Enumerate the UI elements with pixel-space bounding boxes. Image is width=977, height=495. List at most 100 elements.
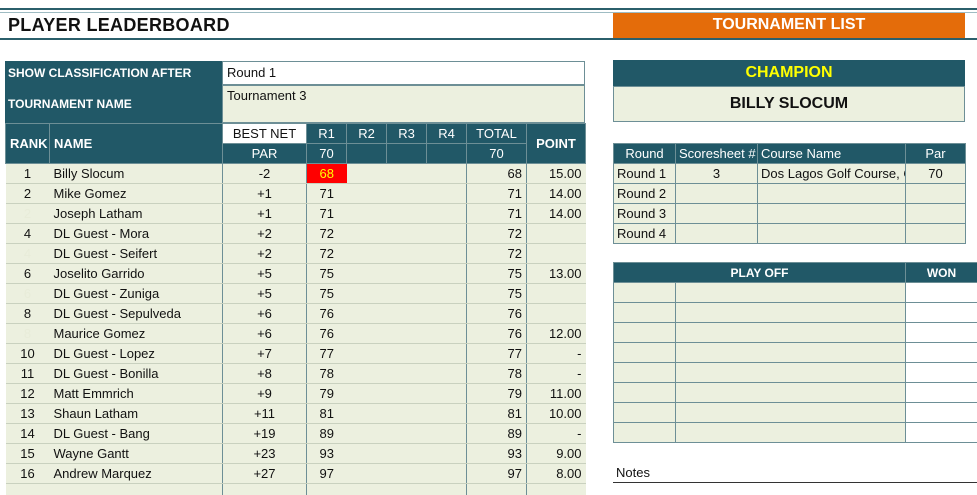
rank-cell: 15: [5, 443, 50, 464]
course-par-cell[interactable]: [905, 203, 966, 224]
r3-cell: [386, 283, 427, 304]
r1-cell: 89: [306, 423, 347, 444]
playoff-row: [613, 402, 977, 423]
table-row: 8 Maurice Gomez +6 76 76 12.00: [5, 323, 586, 344]
par-cell: +11: [222, 403, 307, 424]
total-cell: 75: [466, 283, 527, 304]
par-cell: +5: [222, 263, 307, 284]
notes-label: Notes: [616, 465, 650, 480]
total-cell: 81: [466, 403, 527, 424]
col-course-par: Par: [905, 143, 966, 164]
playoff-player-cell[interactable]: [674, 382, 907, 403]
r4-cell: [426, 243, 467, 264]
point-cell: 14.00: [526, 203, 586, 224]
playoff-won-cell[interactable]: [905, 382, 977, 403]
r3-cell: [386, 363, 427, 384]
scoresheet-cell[interactable]: [675, 203, 758, 224]
playoff-player-cell[interactable]: [674, 342, 907, 363]
r2-par-value: [346, 143, 387, 164]
total-cell: 89: [466, 423, 527, 444]
r4-cell: [426, 323, 467, 344]
r1-cell: 76: [306, 303, 347, 324]
r3-cell: [386, 163, 427, 184]
point-cell: 12.00: [526, 323, 586, 344]
playoff-label: PLAY OFF: [612, 262, 907, 283]
point-cell: -: [526, 363, 586, 384]
total-cell: 71: [466, 203, 527, 224]
playoff-won-cell[interactable]: [905, 362, 977, 383]
playoff-player-cell[interactable]: [674, 322, 907, 343]
rank-cell: 8: [5, 323, 50, 344]
playoff-row: [613, 302, 977, 323]
show-after-select[interactable]: Round 1: [222, 61, 585, 85]
round-name-cell[interactable]: Round 3: [613, 203, 676, 224]
course-par-cell[interactable]: 70: [905, 163, 966, 184]
playoff-won-cell[interactable]: [905, 282, 977, 303]
r4-cell: [426, 443, 467, 464]
col-r2: R2: [346, 123, 387, 144]
course-name-cell[interactable]: [757, 223, 906, 244]
playoff-rank-cell[interactable]: [613, 282, 676, 303]
r2-cell: [346, 223, 387, 244]
r2-cell: [346, 323, 387, 344]
rank-cell: 4: [5, 223, 50, 244]
playoff-player-cell[interactable]: [674, 282, 907, 303]
table-row: 14 DL Guest - Bang +19 89 89-: [5, 423, 586, 444]
playoff-player-cell[interactable]: [674, 362, 907, 383]
rank-cell: 2: [5, 183, 50, 204]
table-row: 11 DL Guest - Bonilla +8 78 78-: [5, 363, 586, 384]
playoff-player-cell[interactable]: [674, 302, 907, 323]
playoff-rank-cell[interactable]: [613, 322, 676, 343]
playoff-player-cell[interactable]: [674, 422, 907, 443]
total-cell: 75: [466, 263, 527, 284]
tournament-list-button[interactable]: TOURNAMENT LIST: [613, 12, 965, 38]
r4-par-value: [426, 143, 467, 164]
scoresheet-cell[interactable]: [675, 183, 758, 204]
playoff-rank-cell[interactable]: [613, 342, 676, 363]
rank-cell: 8: [5, 303, 50, 324]
round-name-cell[interactable]: Round 4: [613, 223, 676, 244]
playoff-won-cell[interactable]: [905, 422, 977, 443]
playoff-rank-cell[interactable]: [613, 382, 676, 403]
rank-cell: 13: [5, 403, 50, 424]
scoresheet-cell[interactable]: [675, 223, 758, 244]
point-cell: 8.00: [526, 463, 586, 484]
playoff-won-cell[interactable]: [905, 342, 977, 363]
par-cell: [222, 483, 307, 495]
playoff-rank-cell[interactable]: [613, 302, 676, 323]
playoff-rank-cell[interactable]: [613, 422, 676, 443]
scoresheet-cell[interactable]: 3: [675, 163, 758, 184]
tournament-name-field[interactable]: Tournament 3: [222, 85, 585, 123]
course-par-cell[interactable]: [905, 183, 966, 204]
name-cell: DL Guest - Bang: [49, 423, 223, 444]
playoff-won-cell[interactable]: [905, 402, 977, 423]
playoff-rank-cell[interactable]: [613, 402, 676, 423]
name-cell: DL Guest - Seifert: [49, 243, 223, 264]
course-name-cell[interactable]: Dos Lagos Golf Course, C: [757, 163, 906, 184]
r4-cell: [426, 303, 467, 324]
par-cell: +6: [222, 323, 307, 344]
r1-cell: 97: [306, 463, 347, 484]
total-cell: 79: [466, 383, 527, 404]
playoff-won-cell[interactable]: [905, 302, 977, 323]
col-r3: R3: [386, 123, 427, 144]
course-name-cell[interactable]: [757, 183, 906, 204]
table-row: 6 DL Guest - Zuniga +5 75 75: [5, 283, 586, 304]
table-row: 13 Shaun Latham +11 81 81 10.00: [5, 403, 586, 424]
rank-cell: 10: [5, 343, 50, 364]
playoff-rank-cell[interactable]: [613, 362, 676, 383]
playoff-player-cell[interactable]: [674, 402, 907, 423]
name-cell: Joselito Garrido: [49, 263, 223, 284]
playoff-won-cell[interactable]: [905, 322, 977, 343]
round-name-cell[interactable]: Round 2: [613, 183, 676, 204]
course-par-cell[interactable]: [905, 223, 966, 244]
r1-cell: 72: [306, 223, 347, 244]
table-row: [5, 483, 586, 495]
r3-par-value: [386, 143, 427, 164]
par-cell: +1: [222, 203, 307, 224]
round-name-cell[interactable]: Round 1: [613, 163, 676, 184]
course-name-cell[interactable]: [757, 203, 906, 224]
playoff-table: PLAY OFF WON: [612, 262, 977, 443]
point-cell: [526, 303, 586, 324]
notes-divider: [613, 482, 977, 483]
